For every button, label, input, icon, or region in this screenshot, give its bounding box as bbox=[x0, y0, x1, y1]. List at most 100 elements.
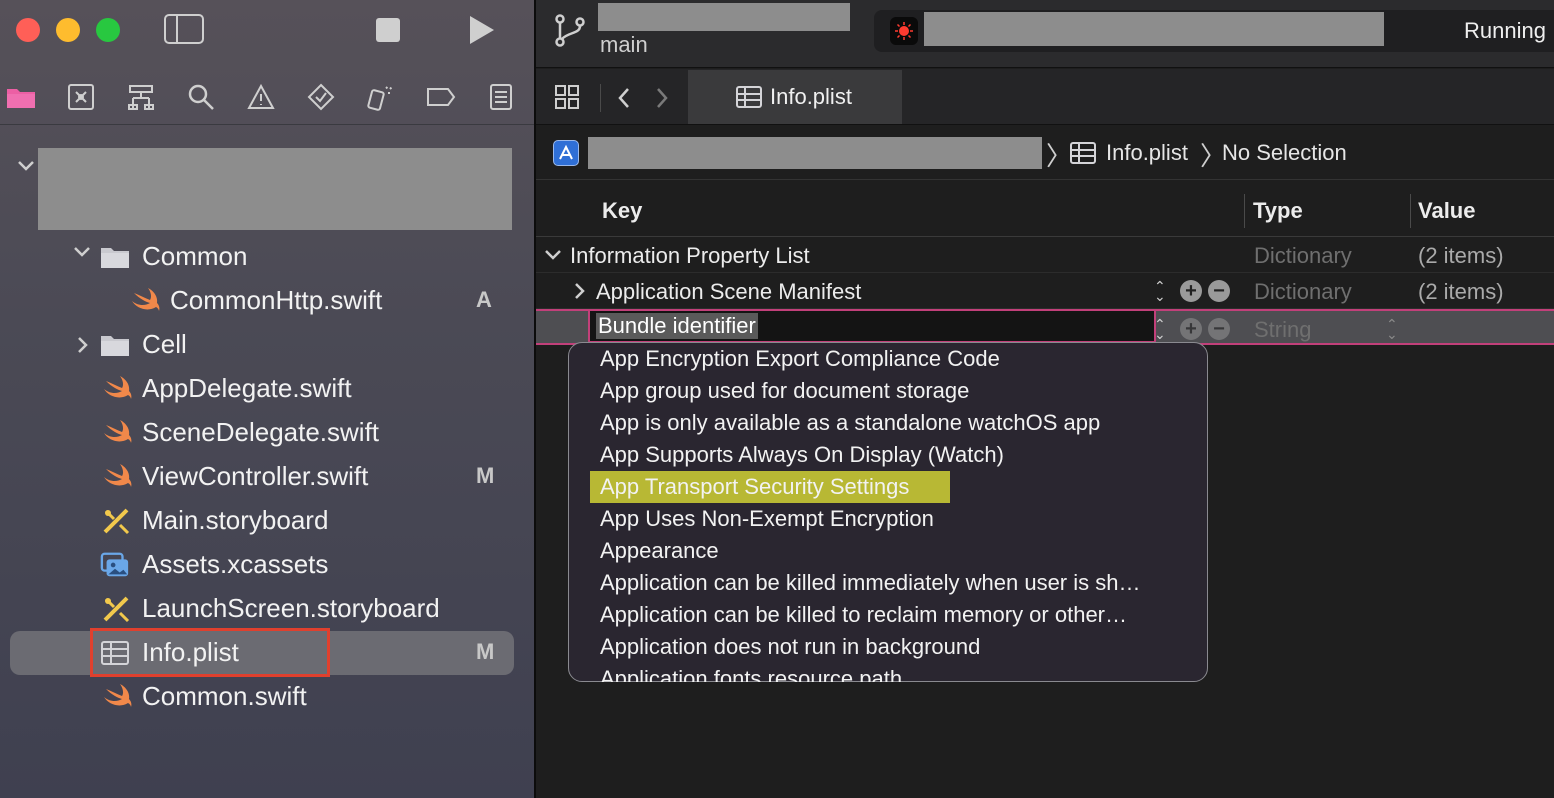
symbol-navigator-icon[interactable] bbox=[126, 82, 156, 112]
breadcrumb-chevron-icon: 〉 bbox=[1046, 141, 1073, 171]
breakpoint-navigator-icon[interactable] bbox=[426, 82, 456, 112]
plist-row-root[interactable]: Information Property List Dictionary (2 … bbox=[536, 237, 1554, 273]
swift-file-icon bbox=[104, 684, 132, 707]
status-target-redacted bbox=[924, 12, 1384, 46]
tree-item-main-storyboard[interactable]: Main.storyboard bbox=[0, 499, 534, 543]
type-stepper-icon[interactable]: ⌃ ⌄ bbox=[1386, 317, 1398, 341]
plist-value: (2 items) bbox=[1418, 243, 1504, 268]
breadcrumb-selection[interactable]: No Selection bbox=[1222, 140, 1347, 166]
project-root-item[interactable] bbox=[0, 145, 534, 233]
tree-item-launchscreen-storyboard[interactable]: LaunchScreen.storyboard bbox=[0, 587, 534, 631]
run-icon[interactable] bbox=[470, 16, 494, 44]
swift-file-icon bbox=[104, 376, 132, 399]
report-navigator-icon[interactable] bbox=[486, 82, 516, 112]
swift-file-icon bbox=[104, 420, 132, 443]
chevron-right-icon[interactable] bbox=[654, 86, 670, 110]
debug-navigator-icon[interactable] bbox=[366, 82, 396, 112]
tree-item-common-folder[interactable]: Common bbox=[0, 235, 534, 279]
chevron-right-icon[interactable] bbox=[574, 282, 586, 300]
suggestion-item[interactable]: Application fonts resource path bbox=[600, 666, 902, 682]
tree-item-common-swift[interactable]: Common.swift bbox=[0, 675, 534, 719]
storyboard-file-icon bbox=[103, 596, 130, 623]
suggestion-item[interactable]: App Supports Always On Display (Watch) bbox=[600, 442, 1004, 468]
folder-icon bbox=[101, 248, 129, 268]
column-header-value[interactable]: Value bbox=[1418, 198, 1475, 224]
branch-icon[interactable] bbox=[554, 14, 586, 48]
project-name-redacted bbox=[38, 148, 512, 230]
suggestion-item-selected[interactable]: App Transport Security Settings bbox=[600, 474, 909, 500]
tab-divider bbox=[600, 84, 601, 112]
plist-key: Information Property List bbox=[570, 243, 810, 268]
search-icon[interactable] bbox=[186, 82, 216, 112]
asset-catalog-icon bbox=[100, 552, 129, 577]
plist-row-scene-manifest[interactable]: Application Scene Manifest ⌃ ⌄ + − Dictio… bbox=[536, 273, 1554, 309]
tree-item-cell-folder[interactable]: Cell bbox=[0, 323, 534, 367]
breadcrumb-project-redacted[interactable] bbox=[588, 137, 1042, 169]
remove-row-icon[interactable]: − bbox=[1208, 280, 1230, 302]
scm-badge: M bbox=[476, 639, 495, 664]
suggestion-item[interactable]: Application does not run in background bbox=[600, 634, 980, 660]
tree-item-assets-xcassets[interactable]: Assets.xcassets bbox=[0, 543, 534, 587]
suggestion-list: App Encryption Export Compliance Code Ap… bbox=[568, 342, 1208, 682]
swift-file-icon bbox=[104, 464, 132, 487]
tree-item-commonhttp-swift[interactable]: CommonHttp.swift A bbox=[0, 279, 534, 323]
navigator-separator bbox=[0, 124, 534, 125]
chevron-left-icon[interactable] bbox=[616, 86, 632, 110]
sidebar-toggle-icon[interactable] bbox=[164, 14, 204, 44]
chevron-down-icon[interactable] bbox=[16, 159, 36, 173]
tree-item-label: LaunchScreen.storyboard bbox=[142, 593, 440, 623]
suggestion-item[interactable]: Application can be killed immediately wh… bbox=[600, 570, 1140, 596]
test-navigator-icon[interactable] bbox=[306, 82, 336, 112]
related-items-grid-icon[interactable] bbox=[554, 84, 580, 110]
key-edit-text[interactable]: Bundle identifier bbox=[596, 313, 758, 339]
app-target-icon[interactable] bbox=[553, 140, 579, 166]
window-zoom-button[interactable] bbox=[96, 18, 120, 42]
tree-item-scenedelegate-swift[interactable]: SceneDelegate.swift bbox=[0, 411, 534, 455]
add-row-icon[interactable]: + bbox=[1180, 280, 1202, 302]
tab-label[interactable]: Info.plist bbox=[770, 84, 852, 110]
column-divider[interactable] bbox=[1410, 194, 1411, 228]
window-close-button[interactable] bbox=[16, 18, 40, 42]
plist-type: Dictionary bbox=[1254, 243, 1352, 268]
add-row-icon[interactable]: + bbox=[1180, 318, 1202, 340]
plist-value: (2 items) bbox=[1418, 279, 1504, 304]
chevron-down-icon[interactable] bbox=[544, 249, 562, 261]
tree-item-label: Main.storyboard bbox=[142, 505, 329, 535]
suggestion-item[interactable]: Application can be killed to reclaim mem… bbox=[600, 602, 1127, 628]
folder-icon bbox=[101, 336, 129, 356]
stop-icon[interactable] bbox=[376, 18, 400, 42]
plist-file-icon bbox=[736, 86, 762, 108]
chevron-down-icon[interactable] bbox=[72, 245, 92, 259]
column-header-type[interactable]: Type bbox=[1253, 198, 1303, 224]
suggestion-item[interactable]: App is only available as a standalone wa… bbox=[600, 410, 1100, 436]
remove-row-icon[interactable]: − bbox=[1208, 318, 1230, 340]
column-divider[interactable] bbox=[1244, 194, 1245, 228]
tree-item-label: SceneDelegate.swift bbox=[142, 417, 380, 447]
scheme-name-redacted[interactable] bbox=[598, 3, 850, 31]
key-stepper-icon[interactable]: ⌃ ⌄ bbox=[1154, 279, 1166, 303]
navigator-selector-bar bbox=[0, 74, 534, 120]
source-control-navigator-icon[interactable] bbox=[66, 82, 96, 112]
chevron-right-icon[interactable] bbox=[76, 335, 90, 355]
plist-file-icon bbox=[1070, 142, 1096, 164]
window-minimize-button[interactable] bbox=[56, 18, 80, 42]
plist-table-header bbox=[536, 181, 1554, 237]
breadcrumb-file[interactable]: Info.plist bbox=[1106, 140, 1188, 166]
warning-icon[interactable] bbox=[246, 82, 276, 112]
tree-item-appdelegate-swift[interactable]: AppDelegate.swift bbox=[0, 367, 534, 411]
tree-item-label: Common bbox=[142, 241, 248, 271]
app-status-icon bbox=[890, 17, 918, 45]
column-header-key[interactable]: Key bbox=[602, 198, 642, 224]
suggestion-item[interactable]: App Encryption Export Compliance Code bbox=[600, 346, 1000, 372]
suggestion-item[interactable]: App Uses Non-Exempt Encryption bbox=[600, 506, 934, 532]
tree-item-label: AppDelegate.swift bbox=[142, 373, 352, 403]
plist-type[interactable]: String bbox=[1254, 317, 1311, 343]
tree-item-viewcontroller-swift[interactable]: ViewController.swift M bbox=[0, 455, 534, 499]
suggestion-item[interactable]: Appearance bbox=[600, 538, 719, 564]
folder-icon[interactable] bbox=[6, 82, 36, 112]
storyboard-file-icon bbox=[103, 508, 130, 535]
status-text: Running bbox=[1464, 18, 1546, 43]
suggestion-item[interactable]: App group used for document storage bbox=[600, 378, 969, 404]
scm-badge: M bbox=[476, 463, 495, 488]
branch-label[interactable]: main bbox=[600, 32, 648, 58]
